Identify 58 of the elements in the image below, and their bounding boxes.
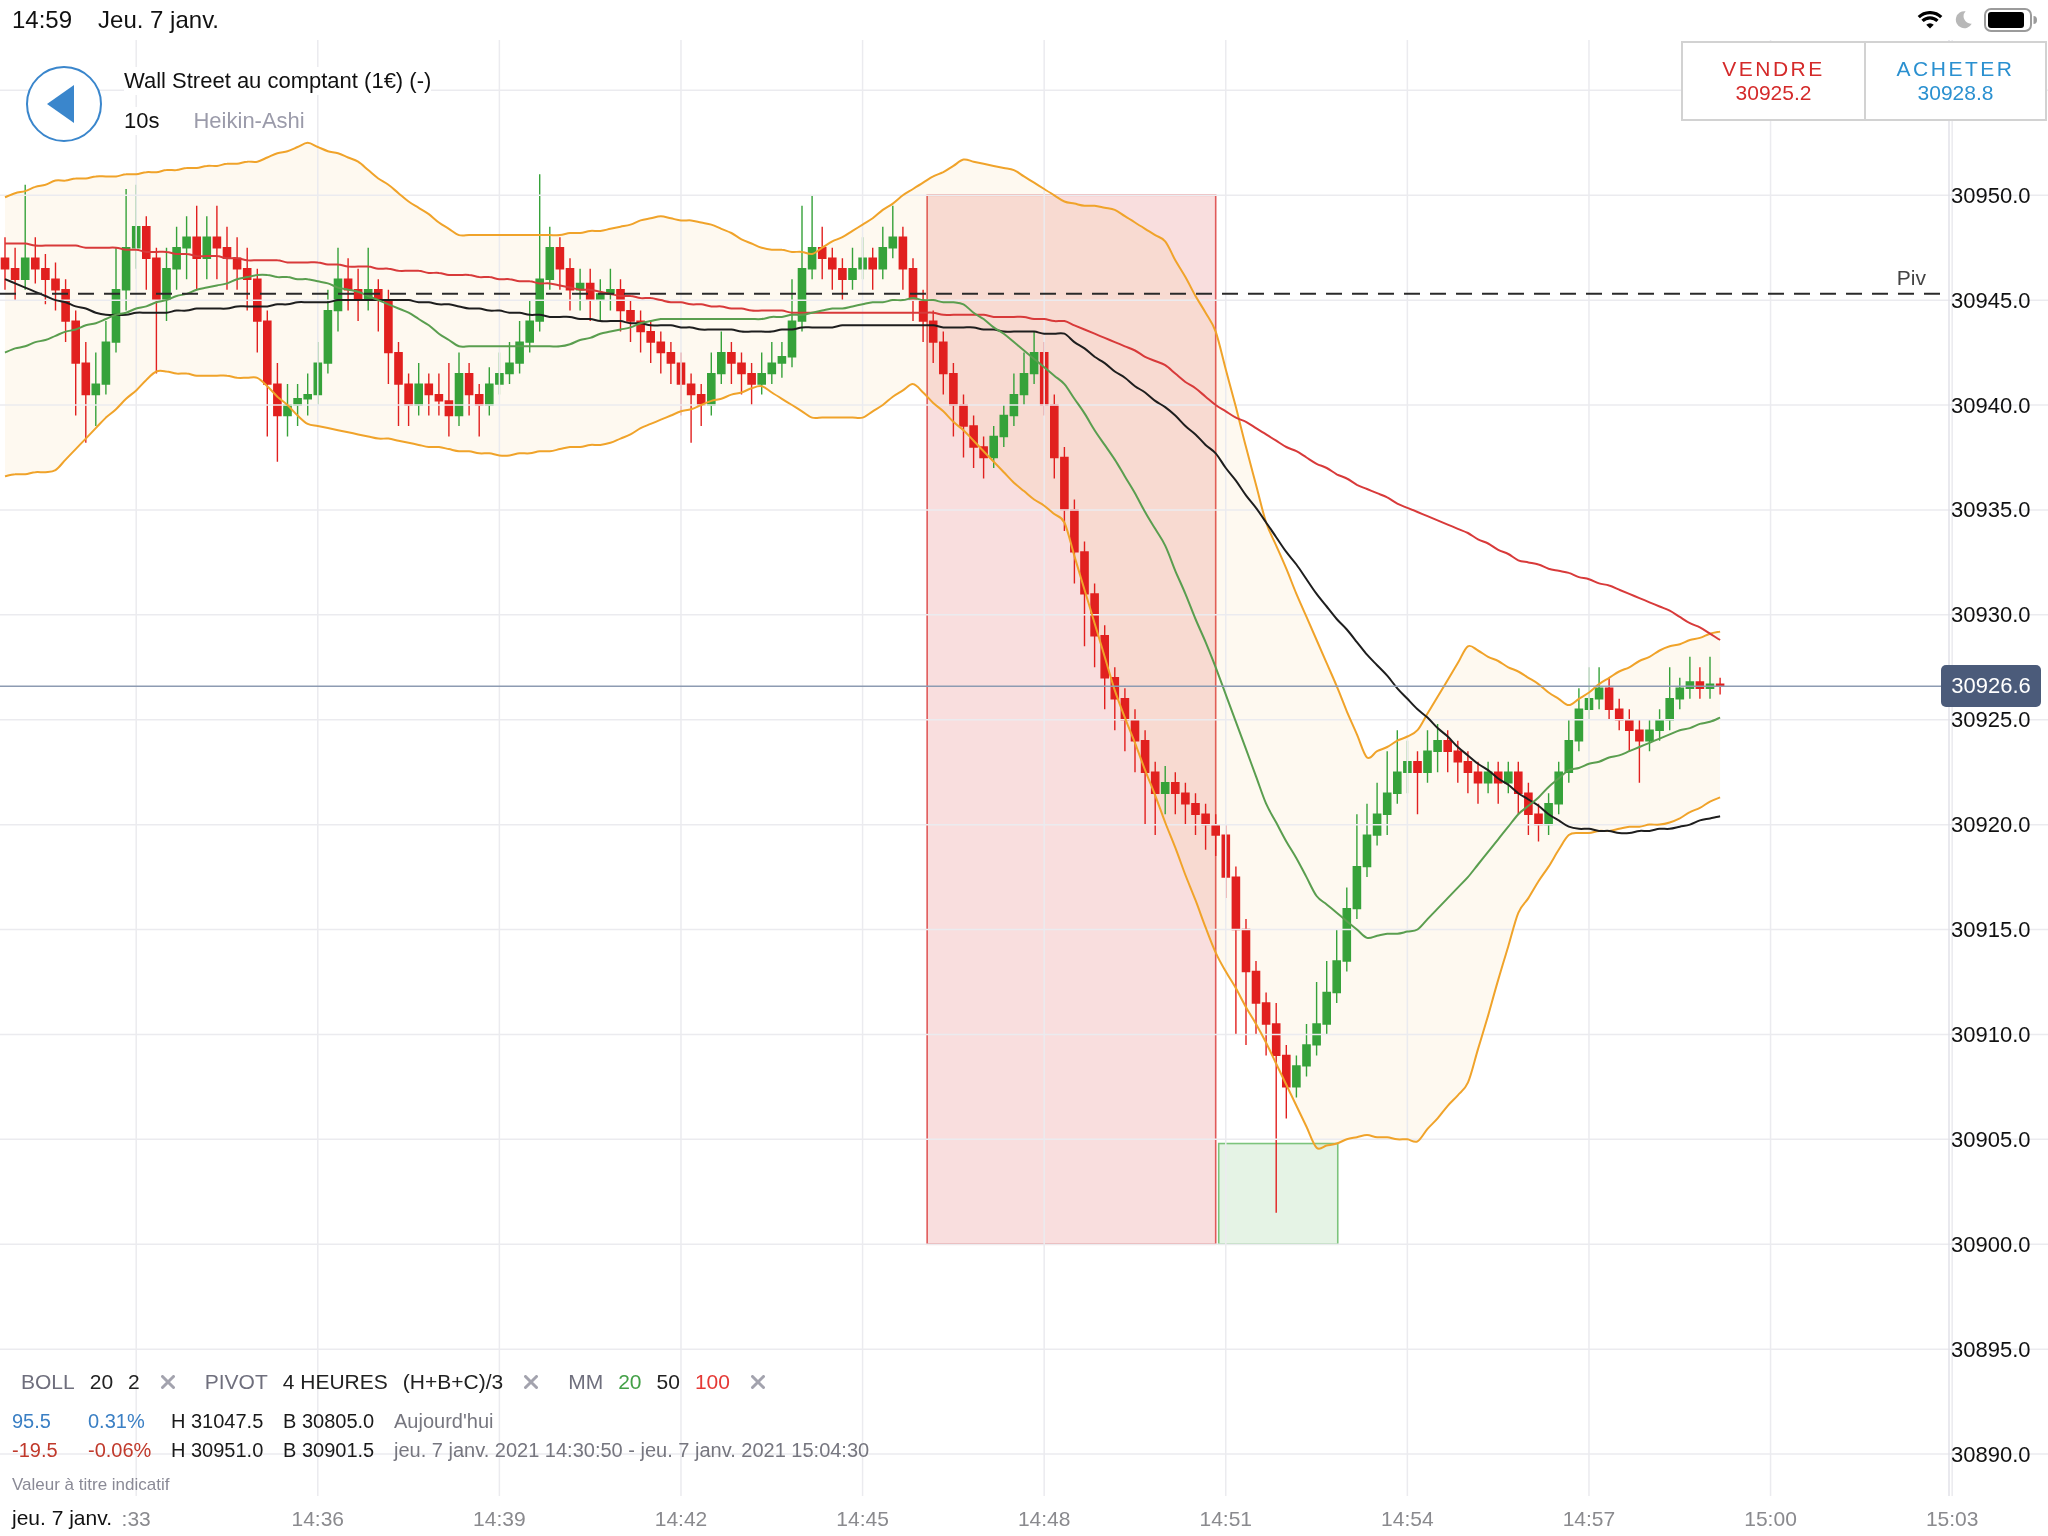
price-axis-label: 30890.0 [1951, 1441, 2031, 1467]
price-axis-label: 30950.0 [1951, 182, 2031, 208]
change-value: 95.5 [12, 1409, 52, 1434]
high-value: H 30951.0 [171, 1438, 265, 1463]
price-tag: 30926.6 [1941, 665, 2041, 708]
time-axis-label: 14:54 [1381, 1506, 1434, 1530]
price-axis-label: 30925.0 [1951, 707, 2031, 733]
price-axis-label: 30935.0 [1951, 497, 2031, 523]
high-value: H 31047.5 [171, 1409, 265, 1434]
indicator-param: 2 [128, 1369, 140, 1395]
price-axis-label: 30940.0 [1951, 392, 2031, 418]
time-axis-label: 14:51 [1199, 1506, 1253, 1530]
low-value: B 30901.5 [283, 1438, 376, 1463]
moon-icon [1955, 11, 1972, 29]
close-icon[interactable] [524, 1375, 539, 1389]
time-axis-label: 14:42 [654, 1506, 708, 1530]
close-icon[interactable] [160, 1375, 175, 1389]
change-percent: -0.06% [88, 1438, 153, 1463]
time-axis-label: :33 [121, 1506, 151, 1530]
price-axis-label: 30910.0 [1951, 1021, 2031, 1047]
time-axis-label: 14:45 [836, 1506, 889, 1530]
close-icon[interactable] [750, 1375, 765, 1389]
time-axis-label: 15:00 [1744, 1506, 1797, 1530]
indicator-name: MM [568, 1369, 604, 1395]
time-axis-label: 14:36 [291, 1506, 345, 1530]
indicator-param: (H+B+C)/3 [402, 1369, 504, 1395]
wifi-icon [1917, 11, 1943, 29]
indicator-param: 50 [656, 1369, 680, 1395]
indicator-param: 100 [694, 1369, 730, 1395]
indicator-name: BOLL [21, 1369, 75, 1395]
period-label: jeu. 7 janv. 2021 14:30:50 - jeu. 7 janv. 2021 15:04:30 [394, 1438, 870, 1463]
status-date: Jeu. 7 janv. [98, 5, 220, 35]
instrument-title: Wall Street au comptant (1€) (-) [124, 67, 432, 95]
pivot-label: Piv [1896, 265, 1926, 289]
price-axis-label: 30930.0 [1951, 602, 2031, 628]
low-value: B 30805.0 [283, 1409, 376, 1434]
change-percent: 0.31% [88, 1409, 146, 1434]
indicator-param: 4 HEURES [282, 1369, 388, 1395]
period-label: Aujourd'hui [394, 1409, 495, 1434]
price-axis-label: 30905.0 [1951, 1126, 2031, 1152]
indicator-name: PIVOT [204, 1369, 268, 1395]
indicator-param: 20 [618, 1369, 642, 1395]
time-axis-label: 15:03 [1925, 1506, 1979, 1530]
interval-label[interactable]: 10s [124, 107, 160, 135]
battery-icon [1984, 8, 2038, 32]
price-axis-label: 30945.0 [1951, 287, 2031, 313]
indicator-param: 20 [89, 1369, 114, 1395]
price-axis-label: 30915.0 [1951, 917, 2031, 943]
time-axis-label: 14:48 [1017, 1506, 1071, 1530]
time-axis-label: 14:57 [1562, 1506, 1616, 1530]
disclaimer-text: Valeur à titre indicatif [11, 1474, 171, 1496]
price-axis-label: 30895.0 [1951, 1336, 2031, 1362]
time-axis-label: 14:39 [473, 1506, 526, 1530]
status-time: 14:59 [12, 5, 73, 35]
back-arrow-icon [46, 85, 74, 123]
price-axis-label: 30900.0 [1951, 1231, 2031, 1257]
price-axis-label: 30920.0 [1951, 812, 2031, 838]
change-value: -19.5 [12, 1438, 59, 1463]
